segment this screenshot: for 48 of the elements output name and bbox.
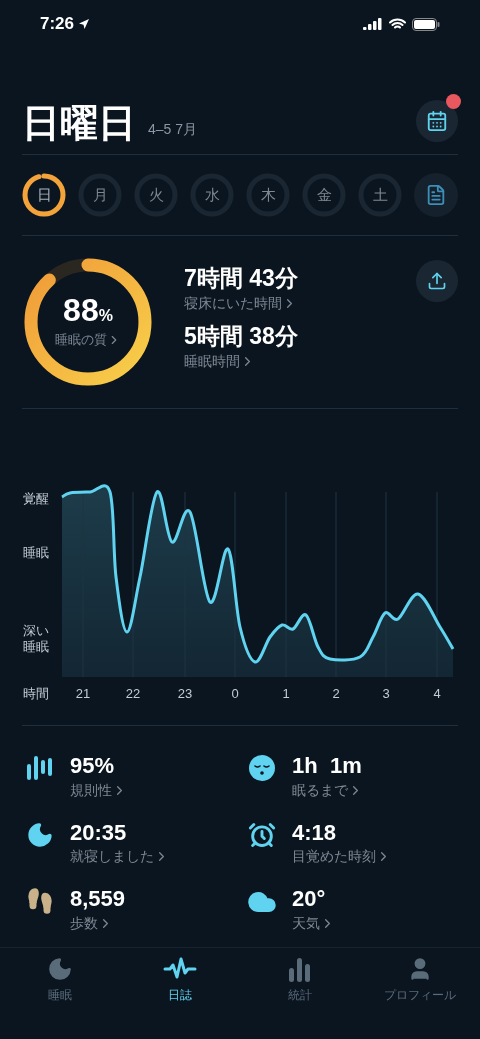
sleepy-face-icon <box>248 754 276 782</box>
quality-value: 88% <box>63 294 113 327</box>
status-time: 7:26 <box>40 13 75 36</box>
alarm-clock-icon <box>248 820 276 849</box>
stat-link[interactable]: 規則性 <box>70 779 127 801</box>
day-button[interactable]: 水 <box>190 173 234 217</box>
moon-icon <box>26 820 54 849</box>
metric-link[interactable]: 睡眠時間 <box>184 350 416 372</box>
stat-value: 95% <box>70 752 116 780</box>
stat-value: 20° <box>292 885 327 913</box>
day-title: 日曜日 <box>22 104 136 142</box>
stat-link[interactable]: 天気 <box>292 912 335 934</box>
location-arrow-icon <box>78 18 91 30</box>
tab-button[interactable]: 睡眠 <box>0 956 120 1004</box>
day-button[interactable]: 火 <box>134 173 178 217</box>
stat-link[interactable]: 就寝しました <box>70 846 169 867</box>
stat-value: 20:35 <box>70 818 128 846</box>
metric-value: 5時間 38分 <box>184 321 299 351</box>
metric-link[interactable]: 寝床にいた時間 <box>184 292 416 314</box>
report-button[interactable] <box>414 173 458 217</box>
wifi-icon <box>389 18 406 30</box>
date-range: 4–5 7月 <box>148 120 198 139</box>
stat-value: 8,559 <box>70 885 126 913</box>
tab-button[interactable]: 日誌 <box>120 956 240 1004</box>
share-button[interactable] <box>416 260 458 302</box>
day-button[interactable]: 日 <box>22 173 66 217</box>
stat-value: 4:18 <box>292 818 338 846</box>
tab-button[interactable]: 統計 <box>240 956 360 1004</box>
document-icon <box>425 184 447 206</box>
calendar-icon <box>426 110 448 132</box>
bar-chart-icon <box>287 956 313 982</box>
bars-icon <box>25 754 55 782</box>
battery-icon <box>412 17 440 31</box>
tab-button[interactable]: プロフィール <box>360 956 480 1004</box>
signal-icon <box>363 18 383 30</box>
day-button[interactable]: 金 <box>302 173 346 217</box>
stat-link[interactable]: 眠るまで <box>292 779 363 801</box>
stat-link[interactable]: 歩数 <box>70 912 126 934</box>
quality-link[interactable]: 睡眠の質 <box>55 330 121 350</box>
calendar-button[interactable] <box>416 100 458 142</box>
day-button[interactable]: 土 <box>358 173 402 217</box>
metric-value: 7時間 43分 <box>184 264 299 293</box>
share-icon <box>427 271 447 291</box>
stat-link[interactable]: 目覚めた時刻 <box>292 846 391 867</box>
stat-value: 1h 1m <box>292 752 363 780</box>
day-button[interactable]: 月 <box>78 173 122 217</box>
day-button[interactable]: 木 <box>246 173 290 217</box>
moon-icon <box>47 956 73 982</box>
